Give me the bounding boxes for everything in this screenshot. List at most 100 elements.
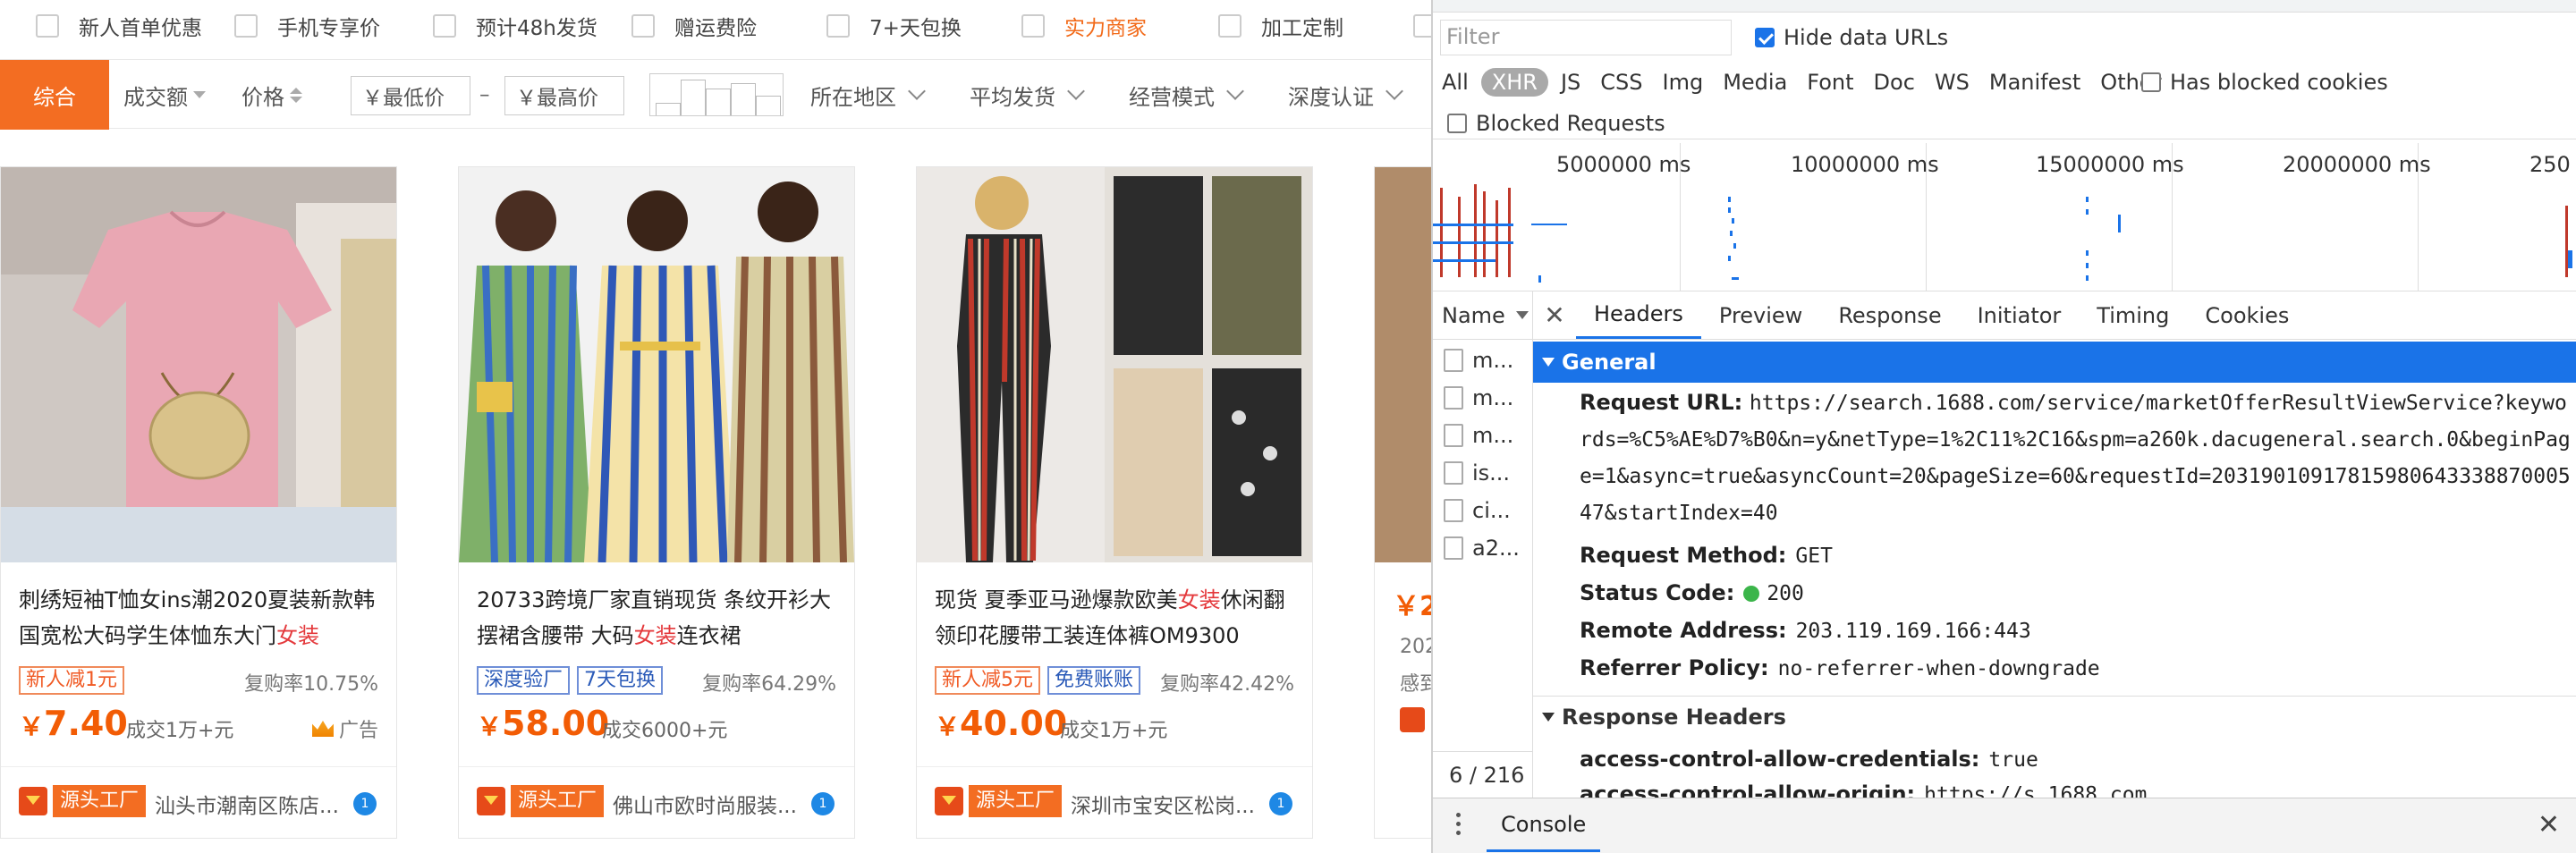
checkbox[interactable] xyxy=(631,14,655,38)
filter-label: 7+天包换 xyxy=(869,17,962,40)
product-image[interactable] xyxy=(459,167,854,562)
sort-label: 所在地区 xyxy=(810,84,896,110)
checkbox[interactable] xyxy=(2141,72,2161,92)
response-headers-section-header[interactable]: Response Headers xyxy=(1533,696,2576,737)
seller-location[interactable]: 汕头市潮南区陈店... xyxy=(155,789,352,819)
tab-headers[interactable]: Headers xyxy=(1576,291,1701,339)
filter-business-mode[interactable]: 经营模式 xyxy=(1129,60,1244,130)
network-overview-timeline[interactable]: 5000000 ms 10000000 ms 15000000 ms 20000… xyxy=(1433,143,2576,291)
filter-new-user[interactable]: 新人首单优惠 xyxy=(36,13,202,40)
min-price-input[interactable]: ￥最低价 xyxy=(351,76,470,115)
checkbox[interactable] xyxy=(1413,14,1431,38)
checkbox[interactable] xyxy=(36,14,59,38)
request-row[interactable]: m... xyxy=(1433,342,1533,379)
field-value: 200 xyxy=(1767,582,1804,605)
checkbox-label: Blocked Requests xyxy=(1476,111,1665,136)
promo-tag: 新人减5元 xyxy=(935,666,1040,695)
price-value: 58.00 xyxy=(502,704,610,743)
chat-bubble-icon[interactable]: 1 xyxy=(353,792,377,815)
checkbox[interactable] xyxy=(1447,114,1467,133)
product-card-partial[interactable]: ￥2 202 感到 xyxy=(1374,166,1431,839)
tab-response[interactable]: Response xyxy=(1820,291,1959,339)
chevron-down-icon xyxy=(1385,82,1403,100)
request-name: ci... xyxy=(1472,498,1511,523)
request-row[interactable]: m... xyxy=(1433,417,1533,454)
sort-tab-comprehensive[interactable]: 综合 xyxy=(0,60,109,130)
tab-timing[interactable]: Timing xyxy=(2079,291,2187,339)
factory-badge[interactable]: 源头工厂 xyxy=(53,785,147,817)
filter-deep-cert[interactable]: 深度认证 xyxy=(1288,60,1403,130)
price-distribution-icon[interactable] xyxy=(649,73,784,116)
checkbox[interactable] xyxy=(234,14,258,38)
checkbox[interactable] xyxy=(433,14,456,38)
product-title[interactable]: 现货 夏季亚马逊爆款欧美女装休闲翻领印花腰带工装连体裤OM9300 xyxy=(935,582,1301,654)
hide-data-urls-checkbox[interactable]: Hide data URLs xyxy=(1755,25,1948,50)
blocked-requests-checkbox[interactable]: Blocked Requests xyxy=(1447,111,1665,136)
product-card[interactable]: 现货 夏季亚马逊爆款欧美女装休闲翻领印花腰带工装连体裤OM9300 新人减5元 … xyxy=(916,166,1313,839)
product-image[interactable] xyxy=(1,167,396,562)
product-card[interactable]: 刺绣短袖T恤女ins潮2020夏装新款韩国宽松大码学生体恤东大门女装 新人减1元… xyxy=(0,166,397,839)
checkbox[interactable] xyxy=(826,14,850,38)
product-price: ￥40.00 xyxy=(935,704,1067,743)
type-filter-ws[interactable]: WS xyxy=(1935,70,1970,95)
checkbox-checked-icon[interactable] xyxy=(1755,28,1775,47)
type-filter-doc[interactable]: Doc xyxy=(1874,70,1915,95)
filter-48h-ship[interactable]: 预计48h发货 xyxy=(433,13,597,40)
request-row[interactable]: ci... xyxy=(1433,492,1533,529)
console-drawer: Console ✕ xyxy=(1433,798,2576,853)
name-column-header[interactable]: Name xyxy=(1433,291,1533,340)
filter-mobile-price[interactable]: 手机专享价 xyxy=(234,13,380,40)
sort-tab-price[interactable]: 价格 xyxy=(242,60,302,130)
type-filter-media[interactable]: Media xyxy=(1723,70,1787,95)
seller-location[interactable]: 佛山市欧时尚服装... xyxy=(613,789,809,819)
type-filter-xhr[interactable]: XHR xyxy=(1480,68,1548,97)
checkbox[interactable] xyxy=(1021,14,1045,38)
type-filter-css[interactable]: CSS xyxy=(1600,70,1642,95)
console-tab[interactable]: Console xyxy=(1487,798,1601,852)
product-image[interactable] xyxy=(917,167,1312,562)
product-title: 202 xyxy=(1400,636,1431,658)
has-blocked-cookies-checkbox[interactable]: Has blocked cookies xyxy=(2141,70,2388,95)
type-filter-font[interactable]: Font xyxy=(1807,70,1853,95)
type-filter-all[interactable]: All xyxy=(1442,70,1469,95)
tab-preview[interactable]: Preview xyxy=(1701,291,1820,339)
filter-more-partial[interactable] xyxy=(1413,13,1431,39)
currency-symbol: ￥ xyxy=(477,712,503,741)
sort-tab-volume[interactable]: 成交额 xyxy=(123,60,206,130)
filter-strong-merchant[interactable]: 实力商家 xyxy=(1021,13,1147,40)
filter-avg-shipping[interactable]: 平均发货 xyxy=(970,60,1085,130)
file-icon xyxy=(1444,536,1463,560)
general-section-header[interactable]: General xyxy=(1533,342,2576,383)
product-card[interactable]: 20733跨境厂家直销现货 条纹开衫大摆裙含腰带 大码女装连衣裙 深度验厂 7天… xyxy=(458,166,855,839)
seller-location[interactable]: 深圳市宝安区松岗... xyxy=(1071,789,1267,819)
filter-shipping-insurance[interactable]: 赠运费险 xyxy=(631,13,757,40)
max-price-input[interactable]: ￥最高价 xyxy=(504,76,624,115)
request-row[interactable]: a2... xyxy=(1433,529,1533,567)
close-drawer-icon[interactable]: ✕ xyxy=(2538,809,2560,840)
filter-7day-exchange[interactable]: 7+天包换 xyxy=(826,13,962,40)
field-label: access-control-allow-origin: xyxy=(1580,781,1916,798)
factory-badge[interactable]: 源头工厂 xyxy=(511,785,605,817)
close-icon[interactable]: ✕ xyxy=(1533,291,1576,339)
type-filter-img[interactable]: Img xyxy=(1662,70,1703,95)
type-filter-manifest[interactable]: Manifest xyxy=(1989,70,2080,95)
field-value: true xyxy=(1988,748,2038,772)
type-filter-js[interactable]: JS xyxy=(1561,70,1580,95)
filter-region[interactable]: 所在地区 xyxy=(810,60,926,130)
tab-cookies[interactable]: Cookies xyxy=(2187,291,2307,339)
filter-input[interactable]: Filter xyxy=(1440,20,1732,55)
more-options-icon[interactable] xyxy=(1456,813,1462,840)
field-value: no-referrer-when-downgrade xyxy=(1777,657,2100,680)
product-title[interactable]: 20733跨境厂家直销现货 条纹开衫大摆裙含腰带 大码女装连衣裙 xyxy=(477,582,843,654)
product-image[interactable] xyxy=(1375,167,1431,562)
factory-badge[interactable]: 源头工厂 xyxy=(969,785,1063,817)
checkbox[interactable] xyxy=(1218,14,1241,38)
timeline-label: 5000000 ms xyxy=(1556,152,1691,177)
chat-bubble-icon[interactable]: 1 xyxy=(1269,792,1292,815)
request-row[interactable]: m... xyxy=(1433,379,1533,417)
tab-initiator[interactable]: Initiator xyxy=(1960,291,2080,339)
filter-custom-processing[interactable]: 加工定制 xyxy=(1218,13,1343,40)
product-title[interactable]: 刺绣短袖T恤女ins潮2020夏装新款韩国宽松大码学生体恤东大门女装 xyxy=(19,582,386,654)
chat-bubble-icon[interactable]: 1 xyxy=(811,792,835,815)
request-row[interactable]: is... xyxy=(1433,454,1533,492)
